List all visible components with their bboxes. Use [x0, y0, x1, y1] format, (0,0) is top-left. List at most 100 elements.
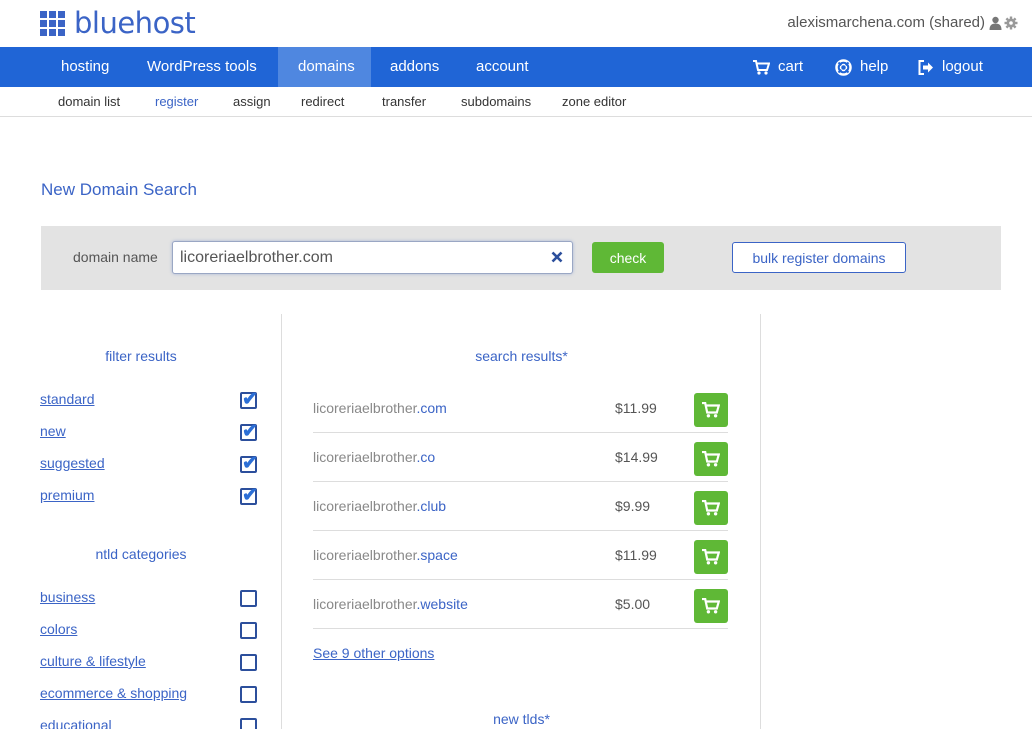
result-domain: licoreriaelbrother.space [313, 547, 458, 563]
main-nav: hosting WordPress tools domains addons a… [0, 47, 1032, 87]
checkbox-unchecked[interactable] [240, 622, 257, 639]
add-to-cart-button[interactable] [694, 491, 728, 525]
result-row: licoreriaelbrother.website $5.00 [313, 580, 728, 629]
result-price: $9.99 [615, 498, 651, 514]
domain-search-bar: domain name check bulk register domains [41, 226, 1001, 290]
cart-icon [702, 402, 720, 418]
subnav-register[interactable]: register [155, 94, 198, 109]
result-price: $11.99 [615, 547, 657, 563]
cart-icon [702, 598, 720, 614]
account-info: alexismarchena.com (shared) [787, 14, 1018, 31]
add-to-cart-button[interactable] [694, 442, 728, 476]
see-other-options-link[interactable]: See 9 other options [313, 645, 434, 661]
user-icon[interactable] [989, 16, 1002, 30]
result-domain-tld: .co [416, 449, 436, 465]
logout-label: logout [942, 58, 983, 75]
category-label[interactable]: business [40, 589, 95, 605]
top-bar: bluehost alexismarchena.com (shared) [0, 0, 1032, 47]
add-to-cart-button[interactable] [694, 589, 728, 623]
filter-standard[interactable]: standard [40, 388, 258, 411]
gear-icon[interactable] [1004, 16, 1018, 30]
category-business[interactable]: business [40, 589, 258, 609]
result-row: licoreriaelbrother.com $11.99 [313, 384, 728, 433]
cart-label: cart [778, 58, 804, 75]
category-colors[interactable]: colors [40, 621, 258, 641]
nav-account[interactable]: account [456, 47, 549, 87]
subnav-transfer[interactable]: transfer [382, 94, 426, 109]
help-link[interactable]: help [835, 47, 888, 87]
result-domain-name: licoreriaelbrother [313, 596, 417, 612]
result-domain-tld: .website [416, 596, 468, 612]
filter-suggested[interactable]: suggested [40, 452, 258, 475]
bluehost-logo[interactable]: bluehost [40, 6, 196, 40]
filter-label[interactable]: standard [40, 391, 94, 407]
checkbox-unchecked[interactable] [240, 590, 257, 607]
cart-icon [702, 549, 720, 565]
subnav-redirect[interactable]: redirect [301, 94, 344, 109]
logo-grid-icon [40, 10, 65, 36]
result-domain-tld: .club [416, 498, 447, 514]
result-price: $5.00 [615, 596, 651, 612]
category-educational[interactable]: educational [40, 717, 258, 729]
close-icon [551, 251, 563, 263]
nav-addons[interactable]: addons [370, 47, 459, 87]
subnav-domain-list[interactable]: domain list [58, 94, 120, 109]
checkbox-checked[interactable] [240, 484, 258, 507]
result-domain: licoreriaelbrother.co [313, 449, 435, 465]
nav-hosting[interactable]: hosting [41, 47, 129, 87]
filter-new[interactable]: new [40, 420, 258, 443]
result-domain-name: licoreriaelbrother [313, 498, 417, 514]
category-label[interactable]: colors [40, 621, 77, 637]
subnav-zone-editor[interactable]: zone editor [562, 94, 626, 109]
ntld-categories-title: ntld categories [95, 546, 187, 562]
subnav-subdomains[interactable]: subdomains [461, 94, 531, 109]
result-price: $14.99 [615, 449, 658, 465]
category-label[interactable]: educational [40, 717, 112, 729]
checkbox-unchecked[interactable] [240, 654, 257, 671]
account-domain-label: alexismarchena.com (shared) [787, 14, 985, 31]
category-ecommerce-shopping[interactable]: ecommerce & shopping [40, 685, 258, 705]
search-results-panel: search results* licoreriaelbrother.com $… [282, 314, 761, 729]
add-to-cart-button[interactable] [694, 393, 728, 427]
checkbox-checked[interactable] [240, 420, 258, 443]
nav-wordpress-tools[interactable]: WordPress tools [127, 47, 277, 87]
result-domain: licoreriaelbrother.com [313, 400, 447, 416]
filter-panel: filter results standard new suggested pr… [0, 314, 282, 729]
subnav-assign[interactable]: assign [233, 94, 271, 109]
result-price: $11.99 [615, 400, 657, 416]
filter-premium[interactable]: premium [40, 484, 258, 507]
filter-results-title: filter results [105, 348, 177, 364]
cart-link[interactable]: cart [753, 47, 803, 87]
sub-nav: domain list register assign redirect tra… [0, 87, 1032, 117]
add-to-cart-button[interactable] [694, 540, 728, 574]
filter-label[interactable]: suggested [40, 455, 105, 471]
filter-label[interactable]: new [40, 423, 66, 439]
checkbox-unchecked[interactable] [240, 718, 257, 729]
result-domain: licoreriaelbrother.club [313, 498, 446, 514]
checkbox-checked[interactable] [240, 452, 258, 475]
logout-icon [918, 59, 933, 75]
result-domain-name: licoreriaelbrother [313, 400, 417, 416]
result-domain: licoreriaelbrother.website [313, 596, 468, 612]
result-domain-name: licoreriaelbrother [313, 547, 417, 563]
cart-icon [702, 500, 720, 516]
page-title: New Domain Search [41, 180, 197, 199]
category-label[interactable]: culture & lifestyle [40, 653, 146, 669]
logout-link[interactable]: logout [918, 47, 983, 87]
checkbox-checked[interactable] [240, 388, 258, 411]
filter-label[interactable]: premium [40, 487, 94, 503]
category-culture-lifestyle[interactable]: culture & lifestyle [40, 653, 258, 673]
domain-name-input[interactable] [172, 241, 573, 274]
nav-domains[interactable]: domains [278, 47, 371, 87]
bulk-register-button[interactable]: bulk register domains [732, 242, 906, 273]
result-domain-name: licoreriaelbrother [313, 449, 417, 465]
clear-input-button[interactable] [548, 248, 566, 266]
result-row: licoreriaelbrother.space $11.99 [313, 531, 728, 580]
lifebuoy-icon [835, 58, 852, 76]
cart-icon [702, 451, 720, 467]
domain-name-label: domain name [73, 249, 158, 265]
category-label[interactable]: ecommerce & shopping [40, 685, 187, 701]
checkbox-unchecked[interactable] [240, 686, 257, 703]
check-button[interactable]: check [592, 242, 664, 273]
logo-text: bluehost [74, 6, 196, 40]
